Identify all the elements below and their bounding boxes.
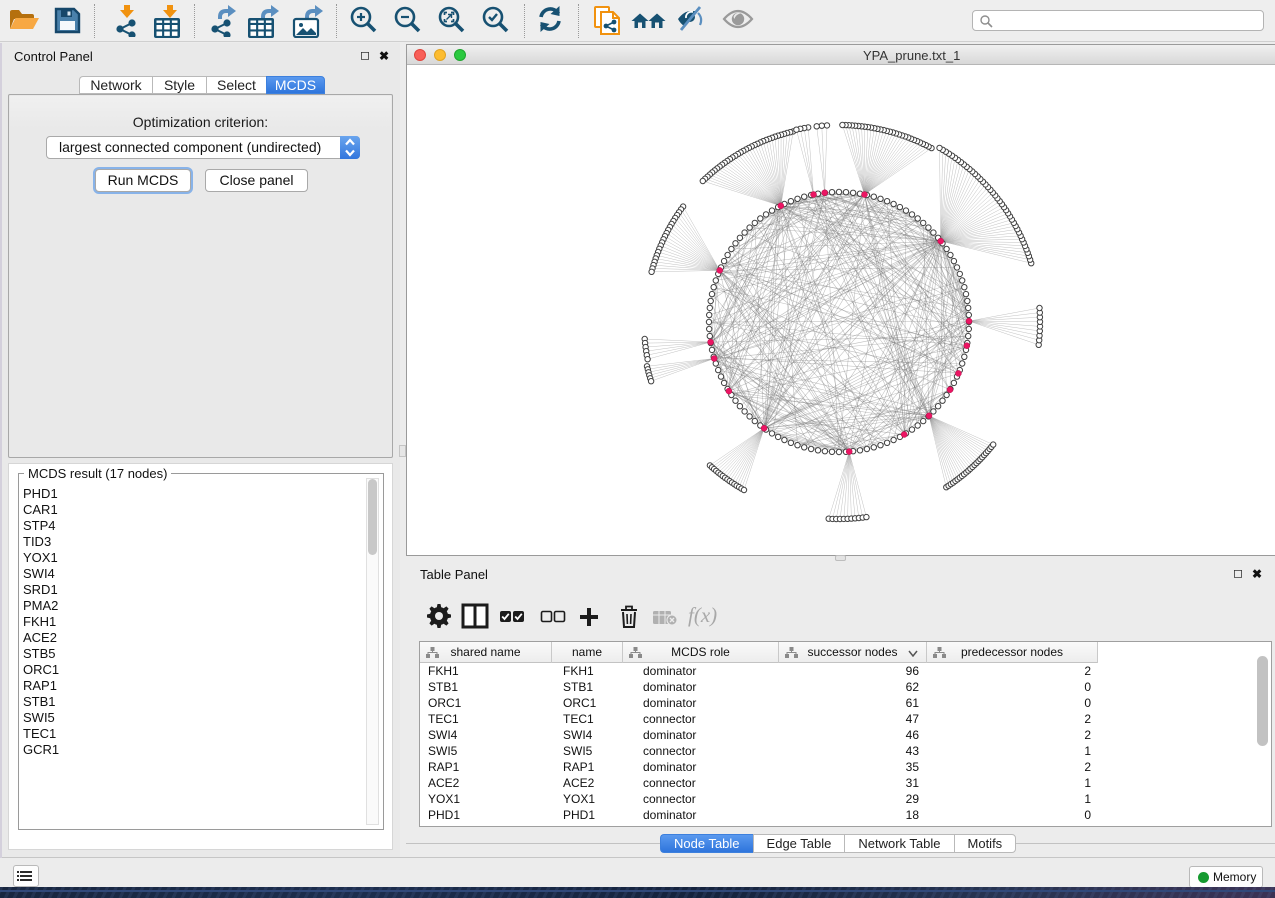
- svg-text:f(x): f(x): [688, 603, 717, 627]
